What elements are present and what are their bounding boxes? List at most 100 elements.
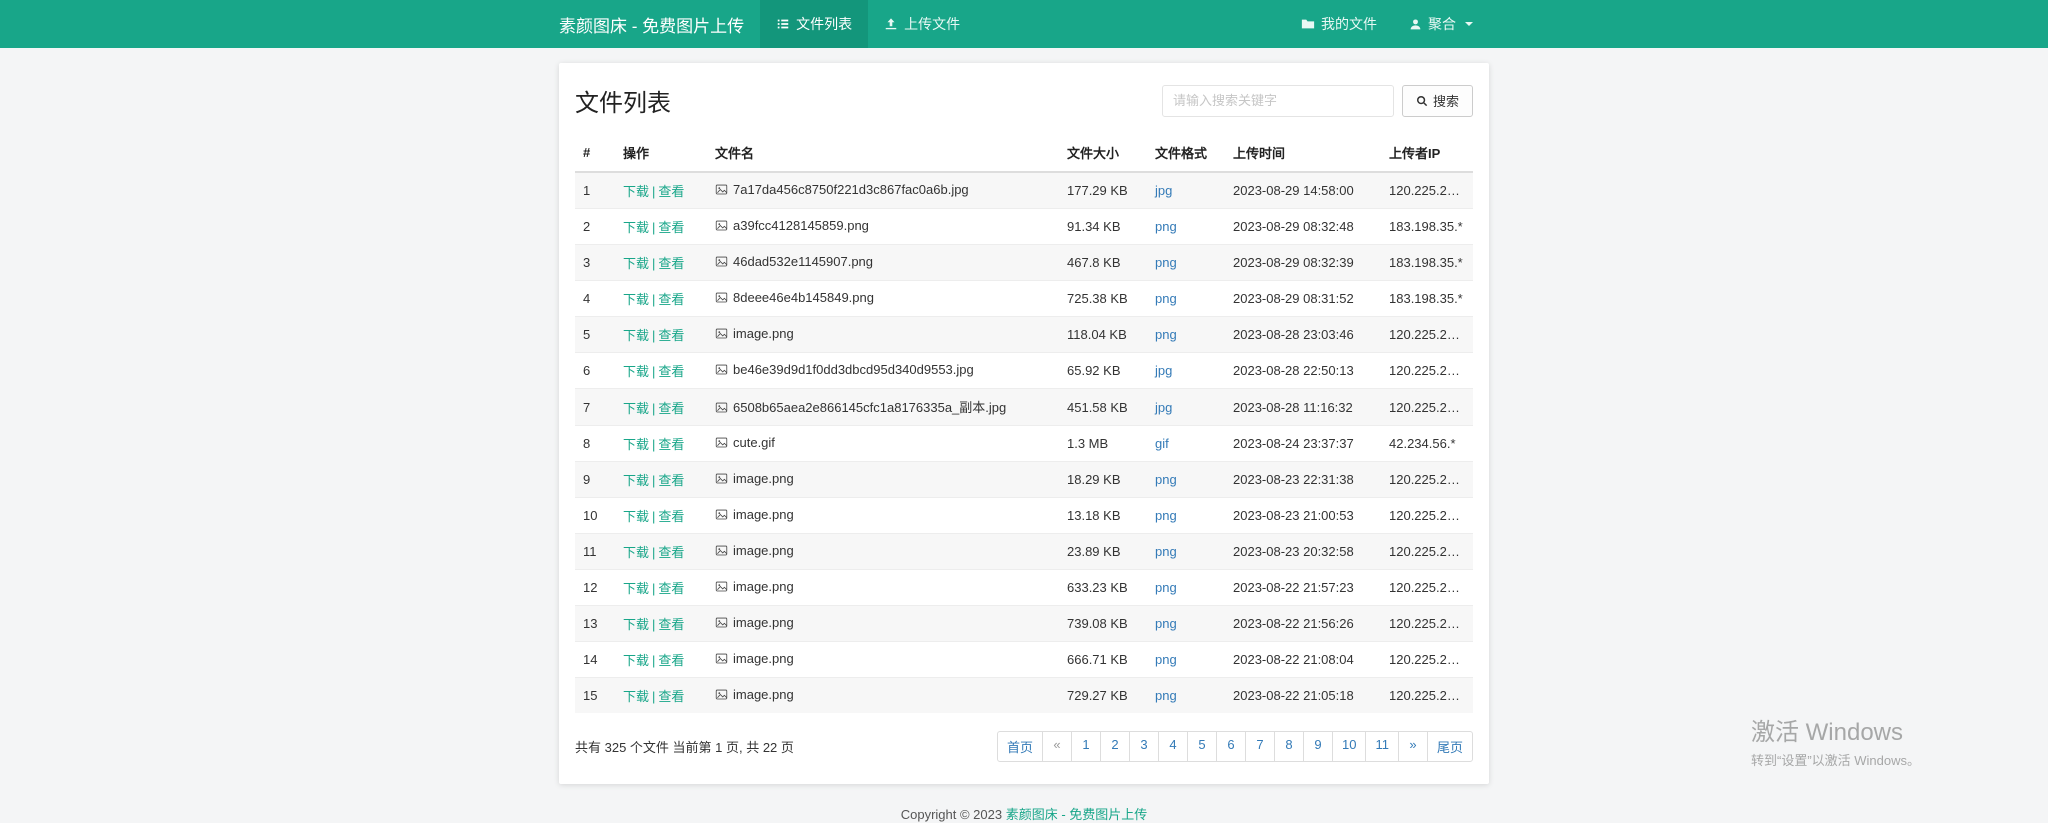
brand-link[interactable]: 素颜图床 - 免费图片上传: [559, 0, 744, 48]
format-link[interactable]: png: [1155, 327, 1177, 342]
pagination-button[interactable]: 尾页: [1427, 731, 1473, 762]
row-filename: image.png: [707, 534, 1059, 570]
format-link[interactable]: png: [1155, 616, 1177, 631]
filename-text: image.png: [733, 543, 794, 558]
nav-item-upload[interactable]: 上传文件: [868, 0, 976, 48]
format-link[interactable]: png: [1155, 688, 1177, 703]
download-link[interactable]: 下载: [623, 364, 649, 379]
format-link[interactable]: png: [1155, 652, 1177, 667]
action-separator: |: [652, 220, 655, 235]
download-link[interactable]: 下载: [623, 292, 649, 307]
filename-text: 6508b65aea2e866145cfc1a8176335a_副本.jpg: [733, 400, 1006, 415]
view-link[interactable]: 查看: [658, 617, 684, 632]
format-link[interactable]: jpg: [1155, 400, 1172, 415]
nav-item-aggregate-dropdown[interactable]: 聚合: [1393, 0, 1489, 48]
row-size: 18.29 KB: [1059, 462, 1147, 498]
view-link[interactable]: 查看: [658, 473, 684, 488]
row-format: png: [1147, 678, 1225, 714]
view-link[interactable]: 查看: [658, 437, 684, 452]
format-link[interactable]: jpg: [1155, 183, 1172, 198]
download-link[interactable]: 下载: [623, 617, 649, 632]
format-link[interactable]: png: [1155, 580, 1177, 595]
pagination-button[interactable]: 8: [1274, 731, 1304, 762]
image-file-icon: [715, 183, 728, 199]
download-link[interactable]: 下载: [623, 437, 649, 452]
table-row: 13 下载|查看 image.png 739.08 KB png 2023-08…: [575, 606, 1473, 642]
pagination-button[interactable]: 4: [1158, 731, 1188, 762]
pagination-button[interactable]: «: [1042, 731, 1072, 762]
view-link[interactable]: 查看: [658, 653, 684, 668]
format-link[interactable]: png: [1155, 544, 1177, 559]
download-link[interactable]: 下载: [623, 473, 649, 488]
action-separator: |: [652, 437, 655, 452]
view-link[interactable]: 查看: [658, 364, 684, 379]
format-link[interactable]: png: [1155, 508, 1177, 523]
row-index: 13: [575, 606, 615, 642]
image-file-icon: [715, 363, 728, 379]
image-file-icon: [715, 291, 728, 307]
format-link[interactable]: png: [1155, 219, 1177, 234]
header-size: 文件大小: [1059, 134, 1147, 172]
pagination-button[interactable]: 2: [1100, 731, 1130, 762]
format-link[interactable]: gif: [1155, 436, 1169, 451]
view-link[interactable]: 查看: [658, 689, 684, 704]
list-icon: [776, 17, 790, 31]
row-filename: be46e39d9d1f0dd3dbcd95d340d9553.jpg: [707, 353, 1059, 389]
download-link[interactable]: 下载: [623, 184, 649, 199]
pagination-button[interactable]: 3: [1129, 731, 1159, 762]
download-link[interactable]: 下载: [623, 545, 649, 560]
filename-text: a39fcc4128145859.png: [733, 218, 869, 233]
row-filename: 46dad532e1145907.png: [707, 245, 1059, 281]
nav-item-file-list[interactable]: 文件列表: [760, 0, 868, 48]
card-header: 文件列表 搜索: [575, 83, 1473, 118]
search-button[interactable]: 搜索: [1402, 85, 1473, 117]
pagination-button[interactable]: 10: [1332, 731, 1366, 762]
download-link[interactable]: 下载: [623, 328, 649, 343]
format-link[interactable]: png: [1155, 255, 1177, 270]
nav-item-my-files[interactable]: 我的文件: [1285, 0, 1393, 48]
view-link[interactable]: 查看: [658, 328, 684, 343]
action-separator: |: [652, 581, 655, 596]
pagination-button[interactable]: 9: [1303, 731, 1333, 762]
search-input[interactable]: [1162, 85, 1394, 117]
filename-text: image.png: [733, 687, 794, 702]
view-link[interactable]: 查看: [658, 184, 684, 199]
view-link[interactable]: 查看: [658, 545, 684, 560]
header-ip: 上传者IP: [1381, 134, 1473, 172]
format-link[interactable]: png: [1155, 472, 1177, 487]
view-link[interactable]: 查看: [658, 256, 684, 271]
download-link[interactable]: 下载: [623, 256, 649, 271]
row-size: 467.8 KB: [1059, 245, 1147, 281]
download-link[interactable]: 下载: [623, 653, 649, 668]
row-upload-time: 2023-08-23 22:31:38: [1225, 462, 1381, 498]
row-index: 14: [575, 642, 615, 678]
view-link[interactable]: 查看: [658, 509, 684, 524]
row-format: jpg: [1147, 389, 1225, 426]
view-link[interactable]: 查看: [658, 401, 684, 416]
pagination-button[interactable]: »: [1398, 731, 1428, 762]
pagination-button[interactable]: 11: [1365, 731, 1399, 762]
download-link[interactable]: 下载: [623, 401, 649, 416]
table-row: 12 下载|查看 image.png 633.23 KB png 2023-08…: [575, 570, 1473, 606]
pagination-button[interactable]: 1: [1071, 731, 1101, 762]
row-size: 91.34 KB: [1059, 209, 1147, 245]
pagination-button[interactable]: 7: [1245, 731, 1275, 762]
format-link[interactable]: png: [1155, 291, 1177, 306]
pagination-button[interactable]: 6: [1216, 731, 1246, 762]
view-link[interactable]: 查看: [658, 581, 684, 596]
view-link[interactable]: 查看: [658, 220, 684, 235]
download-link[interactable]: 下载: [623, 509, 649, 524]
pagination-button[interactable]: 首页: [997, 731, 1043, 762]
view-link[interactable]: 查看: [658, 292, 684, 307]
download-link[interactable]: 下载: [623, 689, 649, 704]
pagination-button[interactable]: 5: [1187, 731, 1217, 762]
row-filename: image.png: [707, 678, 1059, 714]
chevron-down-icon: [1465, 22, 1473, 26]
download-link[interactable]: 下载: [623, 220, 649, 235]
footer-site-link[interactable]: 素颜图床 - 免费图片上传: [1006, 807, 1148, 822]
download-link[interactable]: 下载: [623, 581, 649, 596]
format-link[interactable]: jpg: [1155, 363, 1172, 378]
filename-text: image.png: [733, 615, 794, 630]
image-file-icon: [715, 544, 728, 560]
image-file-icon: [715, 652, 728, 668]
